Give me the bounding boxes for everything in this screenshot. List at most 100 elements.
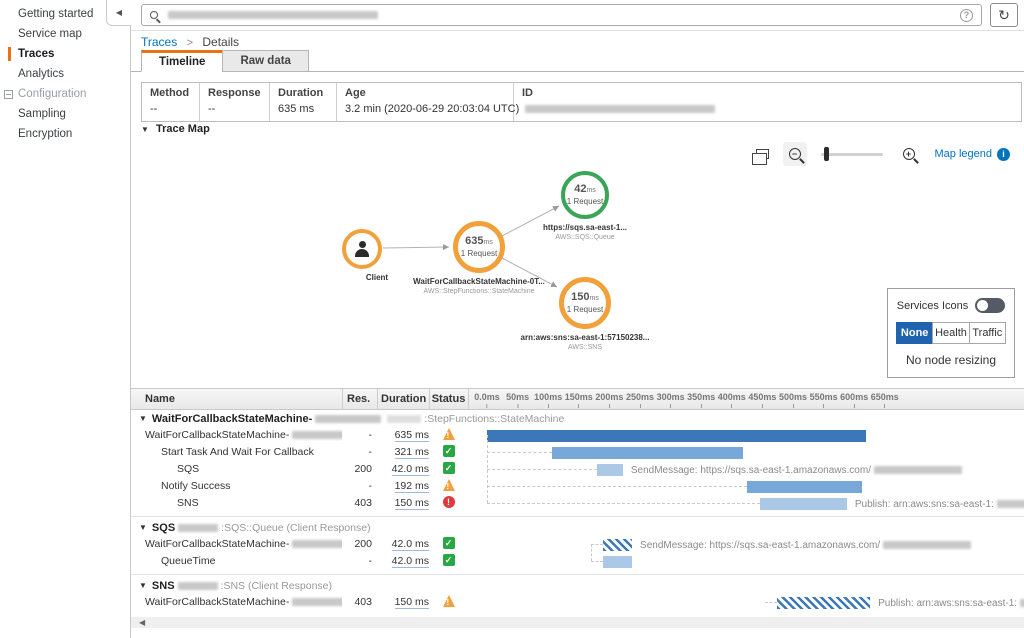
duration-link[interactable]: 150 ms (395, 596, 429, 609)
tab-bar: Timeline Raw data (141, 50, 309, 72)
status-ok-icon: ✓ (443, 554, 455, 566)
horizontal-scrollbar[interactable]: ◀ (131, 617, 1024, 628)
duration-bar[interactable] (760, 498, 847, 510)
row-response-code: 200 (342, 463, 372, 475)
row-name: SNS (131, 497, 342, 509)
timeline-ticks: 0.0ms50ms100ms150ms200ms250ms300ms350ms4… (468, 389, 1024, 409)
duration-link[interactable]: 42.0 ms (392, 555, 429, 568)
group-name: SQS (152, 522, 175, 534)
duration-bar[interactable] (747, 481, 862, 493)
map-node-state-machine[interactable]: 635ms 1 Request (453, 221, 505, 273)
trace-search-input[interactable]: ? (141, 4, 982, 26)
services-panel: Services Icons None Health Traffic No no… (887, 288, 1015, 378)
trace-row[interactable]: Notify Success-192 ms! (131, 478, 1024, 495)
connector-line (487, 452, 552, 453)
duration-link[interactable]: 635 ms (395, 429, 429, 442)
zoom-out-button[interactable]: − (783, 142, 807, 166)
trace-map-title: Trace Map (156, 123, 210, 135)
zoom-in-button[interactable]: + (897, 142, 921, 166)
tick-label: 150ms (565, 392, 593, 408)
trace-row[interactable]: SNS403150 ms!Publish: arn:aws:sns:sa-eas… (131, 495, 1024, 512)
row-timeline-cell: Publish: arn:aws:sns:sa-east-1: (468, 495, 1024, 512)
redacted-text (292, 540, 342, 548)
trace-summary-table: Method -- Response -- Duration 635 ms Ag… (141, 82, 1022, 122)
tick-label: 250ms (626, 392, 654, 408)
map-node-sns-label: arn:aws:sns:sa-east-1:57150238... AWS::S… (500, 333, 670, 351)
tick-label: 100ms (534, 392, 562, 408)
section-collapse-icon[interactable] (4, 90, 13, 99)
tab-timeline[interactable]: Timeline (141, 50, 223, 72)
group-rows: WaitForCallbackStateMachine-403150 ms!Pu… (131, 594, 1024, 611)
summary-duration-label: Duration (278, 87, 328, 99)
tick-label: 650ms (871, 392, 899, 408)
row-status: ✓ (429, 537, 468, 549)
sidebar-item-sampling[interactable]: Sampling (0, 104, 130, 124)
main-content: ? ↻ Traces > Details Timeline Raw data M… (131, 0, 1024, 638)
map-node-client[interactable] (342, 229, 382, 269)
summary-age-label: Age (345, 87, 505, 99)
trace-group-header[interactable]: ▼WaitForCallbackStateMachine-:StepFuncti… (131, 410, 1024, 427)
duration-link[interactable]: 42.0 ms (392, 463, 429, 476)
sidebar-item-traces[interactable]: Traces (0, 44, 130, 64)
map-legend-label: Map legend (935, 148, 993, 160)
breadcrumb-separator: > (187, 37, 193, 49)
trace-row[interactable]: Start Task And Wait For Callback-321 ms✓ (131, 444, 1024, 461)
scroll-left-icon[interactable]: ◀ (139, 618, 145, 627)
sidebar-collapse-button[interactable]: ◀ (106, 0, 131, 26)
row-timeline-cell (468, 553, 1024, 570)
fit-view-icon[interactable] (756, 149, 769, 159)
duration-bar[interactable] (487, 430, 866, 442)
trace-group-header[interactable]: ▼SQS:SQS::Queue (Client Response) (131, 519, 1024, 536)
map-node-sqs-queue[interactable]: 42ms 1 Request (561, 171, 609, 219)
collapse-sidebar-icon: ◀ (116, 8, 122, 17)
connector-line (591, 544, 603, 545)
duration-link[interactable]: 321 ms (395, 446, 429, 459)
zoom-slider-handle[interactable] (824, 147, 829, 161)
trace-row[interactable]: SQS20042.0 ms✓SendMessage: https://sqs.s… (131, 461, 1024, 478)
zoom-slider[interactable] (821, 147, 883, 161)
duration-bar[interactable] (603, 556, 632, 568)
tab-raw-data[interactable]: Raw data (222, 50, 309, 72)
tick-label: 600ms (840, 392, 868, 408)
trace-row[interactable]: WaitForCallbackStateMachine--635 ms! (131, 427, 1024, 444)
sidebar-item-label: Configuration (18, 88, 86, 100)
tick-label: 0.0ms (474, 392, 500, 408)
duration-bar[interactable] (597, 464, 623, 476)
row-timeline-cell (468, 478, 1024, 495)
trace-row[interactable]: QueueTime-42.0 ms✓ (131, 553, 1024, 570)
services-icons-toggle[interactable] (975, 298, 1005, 313)
connector-bracket (591, 544, 592, 561)
sidebar-item-analytics[interactable]: Analytics (0, 64, 130, 84)
breadcrumb-traces-link[interactable]: Traces (141, 35, 177, 49)
duration-bar[interactable] (777, 597, 870, 609)
trace-row[interactable]: WaitForCallbackStateMachine-403150 ms!Pu… (131, 594, 1024, 611)
status-ok-icon: ✓ (443, 462, 455, 474)
trace-group-header[interactable]: ▼SNS:SNS (Client Response) (131, 577, 1024, 594)
help-icon[interactable]: ? (960, 9, 973, 22)
mode-button-health[interactable]: Health (932, 322, 969, 344)
sidebar-item-configuration[interactable]: Configuration (0, 84, 130, 104)
redacted-text (997, 500, 1024, 508)
duration-link[interactable]: 192 ms (395, 480, 429, 493)
trace-map-canvas[interactable]: − + Map legend i Client 635ms 1 Request (131, 136, 1024, 388)
sidebar-item-encryption[interactable]: Encryption (0, 124, 130, 144)
trace-map-section-header[interactable]: ▼ Trace Map (141, 123, 210, 135)
map-legend-link[interactable]: Map legend i (935, 148, 1011, 161)
bar-annotation: SendMessage: https://sqs.sa-east-1.amazo… (631, 465, 965, 476)
row-timeline-cell (468, 444, 1024, 461)
status-ok-icon: ✓ (443, 537, 455, 549)
mode-button-traffic[interactable]: Traffic (969, 322, 1006, 344)
refresh-button[interactable]: ↻ (990, 3, 1018, 27)
duration-link[interactable]: 150 ms (395, 497, 429, 510)
map-node-sns[interactable]: 150ms 1 Request (559, 277, 611, 329)
mode-button-none[interactable]: None (896, 322, 933, 344)
duration-bar[interactable] (552, 447, 744, 459)
trace-row[interactable]: WaitForCallbackStateMachine-20042.0 ms✓S… (131, 536, 1024, 553)
refresh-icon: ↻ (998, 7, 1010, 24)
duration-bar[interactable] (603, 539, 632, 551)
trace-segment-group: ▼WaitForCallbackStateMachine-:StepFuncti… (131, 410, 1024, 512)
duration-link[interactable]: 42.0 ms (392, 538, 429, 551)
row-duration: 321 ms (377, 446, 429, 458)
sidebar-item-service-map[interactable]: Service map (0, 24, 130, 44)
row-response-code: - (342, 555, 372, 567)
